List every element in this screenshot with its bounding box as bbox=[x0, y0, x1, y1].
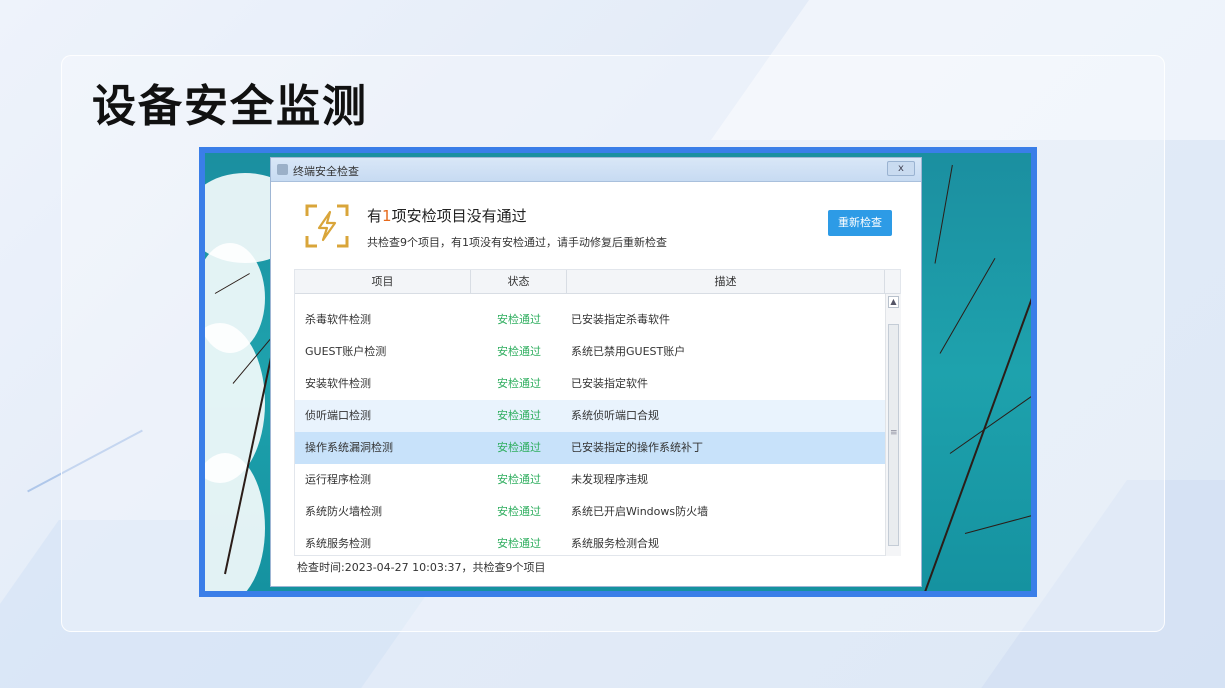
row-description: 已安装指定杀毒软件 bbox=[571, 313, 670, 326]
table-body: 杀毒软件检测 安检通过 已安装指定杀毒软件 GUEST账户检测 安检通过 系统已… bbox=[295, 294, 885, 556]
row-status: 安检通过 bbox=[497, 505, 541, 518]
app-icon bbox=[277, 164, 288, 175]
row-status: 安检通过 bbox=[497, 473, 541, 486]
result-headline: 有1项安检项目没有通过 bbox=[367, 205, 527, 226]
row-item: 安装软件检测 bbox=[305, 377, 371, 390]
close-icon[interactable]: x bbox=[887, 161, 915, 176]
chevron-up-icon[interactable]: ▲ bbox=[888, 296, 899, 308]
table-row-selected[interactable]: 操作系统漏洞检测 安检通过 已安装指定的操作系统补丁 bbox=[295, 432, 885, 464]
table-row[interactable]: 系统服务检测 安检通过 系统服务检测合规 bbox=[295, 528, 885, 556]
row-description: 系统侦听端口合规 bbox=[571, 409, 659, 422]
row-item: 侦听端口检测 bbox=[305, 409, 371, 422]
headline-suffix: 项安检项目没有通过 bbox=[391, 207, 527, 225]
grip-icon: ≡ bbox=[890, 428, 898, 438]
table-row-hover[interactable]: 侦听端口检测 安检通过 系统侦听端口合规 bbox=[295, 400, 885, 432]
scrollbar-thumb[interactable]: ≡ bbox=[888, 324, 899, 546]
row-status: 安检通过 bbox=[497, 409, 541, 422]
security-check-window: 终端安全检查 x 有1项安检项目没有通过 共检查9个项目，有1项没有安检通过，请… bbox=[270, 157, 922, 587]
row-status: 安检通过 bbox=[497, 537, 541, 550]
row-status: 安检通过 bbox=[497, 345, 541, 358]
headline-prefix: 有 bbox=[367, 207, 383, 225]
row-status: 安检通过 bbox=[497, 441, 541, 454]
table-row[interactable]: 安装软件检测 安检通过 已安装指定软件 bbox=[295, 368, 885, 400]
page-title: 设备安全监测 bbox=[92, 81, 368, 132]
recheck-button[interactable]: 重新检查 bbox=[828, 210, 892, 236]
failed-count: 1 bbox=[382, 207, 392, 225]
row-item: 运行程序检测 bbox=[305, 473, 371, 486]
row-item: 系统服务检测 bbox=[305, 537, 371, 550]
row-description: 已安装指定的操作系统补丁 bbox=[571, 441, 703, 454]
column-header-description[interactable]: 描述 bbox=[567, 270, 885, 294]
table-row[interactable]: 杀毒软件检测 安检通过 已安装指定杀毒软件 bbox=[295, 304, 885, 336]
check-timestamp: 检查时间:2023-04-27 10:03:37，共检查9个项目 bbox=[297, 561, 546, 574]
row-item: 杀毒软件检测 bbox=[305, 313, 371, 326]
window-title: 终端安全检查 bbox=[293, 165, 359, 178]
table-row[interactable]: GUEST账户检测 安检通过 系统已禁用GUEST账户 bbox=[295, 336, 885, 368]
window-titlebar[interactable]: 终端安全检查 x bbox=[271, 158, 921, 182]
tree-branch bbox=[924, 281, 1031, 591]
row-item: GUEST账户检测 bbox=[305, 345, 387, 358]
check-results-table: 项目 状态 描述 杀毒软件检测 安检通过 已安装指定杀毒软件 GUEST账户检测… bbox=[294, 269, 901, 556]
tree-branch bbox=[934, 164, 953, 264]
result-summary: 共检查9个项目，有1项没有安检通过，请手动修复后重新检查 bbox=[367, 236, 667, 249]
tree-branch bbox=[964, 509, 1031, 534]
row-description: 系统服务检测合规 bbox=[571, 537, 659, 550]
row-item: 系统防火墙检测 bbox=[305, 505, 382, 518]
row-description: 已安装指定软件 bbox=[571, 377, 648, 390]
table-row[interactable]: 系统防火墙检测 安检通过 系统已开启Windows防火墙 bbox=[295, 496, 885, 528]
tree-branch bbox=[949, 384, 1031, 454]
tree-branch bbox=[939, 257, 996, 354]
vertical-scrollbar[interactable]: ▲ ≡ bbox=[885, 294, 901, 556]
lightning-bracket-icon bbox=[305, 204, 349, 248]
row-description: 系统已开启Windows防火墙 bbox=[571, 505, 709, 518]
row-status: 安检通过 bbox=[497, 377, 541, 390]
column-header-item[interactable]: 项目 bbox=[295, 270, 471, 294]
table-row[interactable]: 运行程序检测 安检通过 未发现程序违规 bbox=[295, 464, 885, 496]
column-header-status[interactable]: 状态 bbox=[471, 270, 567, 294]
row-description: 系统已禁用GUEST账户 bbox=[571, 345, 686, 358]
row-item: 操作系统漏洞检测 bbox=[305, 441, 393, 454]
table-header: 项目 状态 描述 bbox=[295, 270, 900, 294]
row-description: 未发现程序违规 bbox=[571, 473, 648, 486]
row-status: 安检通过 bbox=[497, 313, 541, 326]
